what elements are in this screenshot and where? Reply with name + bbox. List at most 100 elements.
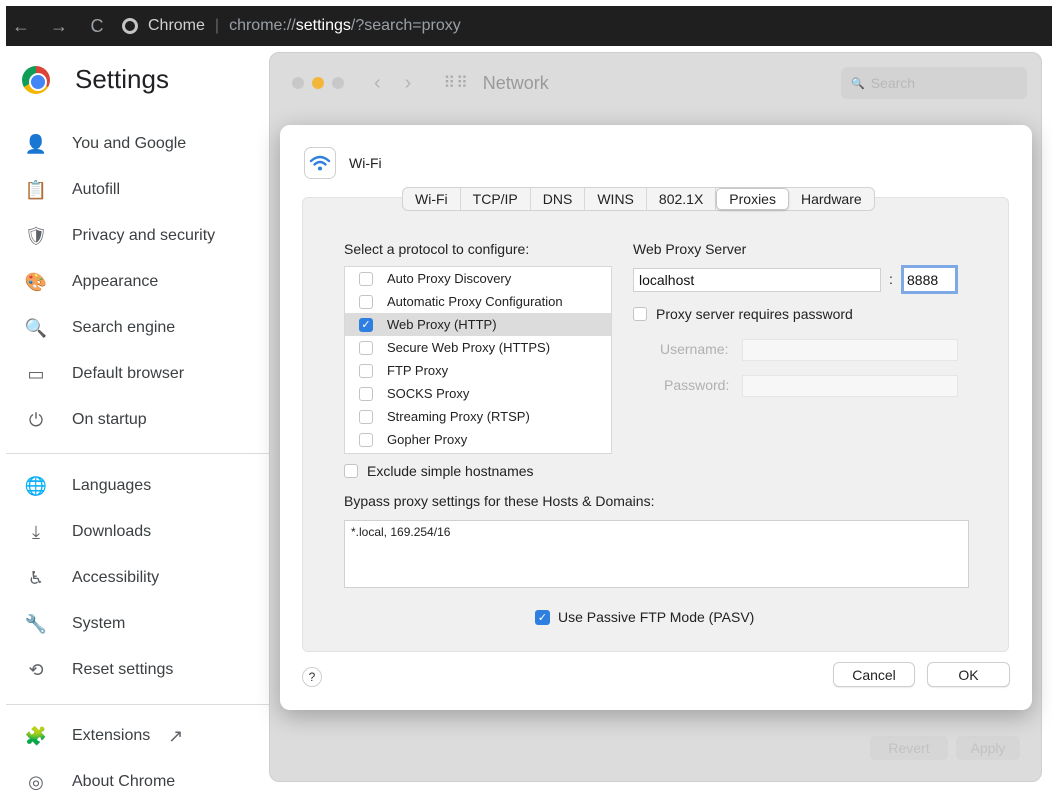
sidebar-item-you-and-google[interactable]: 👤 You and Google [22,129,186,159]
sidebar-item-downloads[interactable]: ⤓ Downloads [22,517,151,547]
protocol-row-auto-discovery[interactable]: Auto Proxy Discovery [345,267,611,290]
sidebar-divider [6,453,286,454]
search-placeholder: Search [870,75,916,91]
page-title: Settings [75,64,169,94]
tab-wifi[interactable]: Wi-Fi [403,188,461,210]
cancel-button[interactable]: Cancel [833,662,915,687]
network-search-field[interactable]: 🔍 Search [841,67,1027,99]
sidebar-item-reset-settings[interactable]: ⟲ Reset settings [22,655,173,685]
window-zoom-button[interactable] [332,77,344,89]
shield-icon: 🛡 [24,225,48,246]
url-host: settings [295,17,351,34]
protocol-row-ftp-proxy[interactable]: FTP Proxy [345,359,611,382]
power-icon: ⏻ [28,409,44,430]
chrome-site-icon [122,18,138,34]
protocol-row-secure-web-proxy[interactable]: Secure Web Proxy (HTTPS) [345,336,611,359]
exclude-hostnames-row[interactable]: Exclude simple hostnames [344,463,534,479]
tab-dns[interactable]: DNS [531,188,586,210]
proxy-port-input[interactable]: 8888 [901,265,958,294]
back-icon[interactable]: ← [6,16,36,37]
grid-icon[interactable]: ⠿⠿ [443,73,468,93]
sidebar-item-autofill[interactable]: 📋 Autofill [22,175,120,205]
download-icon: ⤓ [32,521,40,542]
passive-ftp-checkbox[interactable]: ✓ [535,609,550,625]
url-separator: | [214,17,220,34]
sidebar-item-label: Reset settings [72,661,174,678]
window-close-button[interactable] [292,77,304,89]
sidebar-item-privacy[interactable]: 🛡 Privacy and security [22,221,216,251]
sidebar-item-label: System [72,615,126,632]
tab-proxies[interactable]: Proxies [716,188,789,210]
protocol-checkbox[interactable] [359,340,373,355]
sidebar-item-label: About Chrome [72,773,176,790]
reload-icon[interactable]: C [82,16,112,37]
protocol-checkbox[interactable] [359,294,373,309]
requires-password-row[interactable]: Proxy server requires password [633,306,853,322]
protocol-label: Auto Proxy Discovery [387,271,512,286]
network-back-icon[interactable]: ‹ [374,72,381,95]
protocol-row-gopher-proxy[interactable]: Gopher Proxy [345,428,611,451]
exclude-hostnames-label: Exclude simple hostnames [367,463,534,479]
username-input[interactable] [742,339,958,361]
protocol-checkbox[interactable] [359,271,373,286]
apply-button[interactable]: Apply [956,736,1020,760]
tab-tcpip[interactable]: TCP/IP [461,188,531,210]
ok-button[interactable]: OK [927,662,1010,687]
sidebar-item-extensions[interactable]: 🧩 Extensions ↗ [22,721,184,751]
sidebar-item-search-engine[interactable]: 🔍 Search engine [22,313,175,343]
address-bar[interactable]: chrome://settings/?search=proxy [229,17,461,35]
sidebar-item-label: Privacy and security [72,227,216,244]
interface-header: Wi-Fi [304,147,382,179]
sidebar-item-on-startup[interactable]: ⏻ On startup [22,405,147,435]
search-icon: 🔍 [851,77,865,90]
protocol-checkbox-checked[interactable]: ✓ [359,317,373,332]
window-minimize-button[interactable] [312,77,324,89]
revert-button[interactable]: Revert [870,736,948,760]
chrome-icon: ◎ [28,771,44,792]
settings-header: Settings [22,64,169,95]
forward-icon[interactable]: → [44,16,74,37]
protocol-row-socks-proxy[interactable]: SOCKS Proxy [345,382,611,405]
person-icon: 👤 [24,133,48,154]
network-window-title: Network [482,72,549,93]
sidebar-item-default-browser[interactable]: ▭ Default browser [22,359,184,389]
sidebar-item-label: Downloads [72,523,152,540]
protocol-checkbox[interactable] [359,409,373,424]
sidebar-item-system[interactable]: 🔧 System [22,609,126,639]
requires-password-label: Proxy server requires password [656,306,853,322]
sidebar-item-appearance[interactable]: 🎨 Appearance [22,267,159,297]
requires-password-checkbox[interactable] [633,307,647,321]
protocol-checkbox[interactable] [359,386,373,401]
protocol-label: FTP Proxy [387,363,449,378]
passive-ftp-row[interactable]: ✓ Use Passive FTP Mode (PASV) [535,609,754,625]
protocol-list: Auto Proxy Discovery Automatic Proxy Con… [344,266,612,454]
tab-hardware[interactable]: Hardware [789,188,874,210]
protocol-checkbox[interactable] [359,432,373,447]
url-rest: /?search=proxy [350,17,461,34]
palette-icon: 🎨 [24,271,48,292]
external-link-icon: ↗ [168,725,184,746]
interface-name: Wi-Fi [349,155,382,171]
sidebar-item-label: Search engine [72,319,176,336]
protocol-checkbox[interactable] [359,363,373,378]
restore-icon: ⟲ [28,659,44,680]
help-button[interactable]: ? [302,667,322,687]
bypass-hosts-textarea[interactable]: *.local, 169.254/16 [344,520,969,588]
sidebar-item-label: You and Google [72,135,187,152]
tab-wins[interactable]: WINS [585,188,647,210]
protocol-row-auto-config[interactable]: Automatic Proxy Configuration [345,290,611,313]
exclude-hostnames-checkbox[interactable] [344,464,358,478]
network-forward-icon[interactable]: › [405,72,412,95]
protocol-label: Gopher Proxy [387,432,468,447]
sidebar-item-about-chrome[interactable]: ◎ About Chrome [22,767,175,797]
sidebar-item-languages[interactable]: 🌐 Languages [22,471,151,501]
url-scheme: chrome:// [229,17,296,34]
password-input[interactable] [742,375,958,397]
protocol-row-web-proxy[interactable]: ✓ Web Proxy (HTTP) [345,313,611,336]
globe-icon: 🌐 [24,475,48,496]
proxy-host-input[interactable]: localhost [633,268,881,292]
protocol-row-streaming-proxy[interactable]: Streaming Proxy (RTSP) [345,405,611,428]
site-name: Chrome [148,17,205,34]
tab-8021x[interactable]: 802.1X [647,188,717,210]
sidebar-item-accessibility[interactable]: ♿ Accessibility [22,563,159,593]
